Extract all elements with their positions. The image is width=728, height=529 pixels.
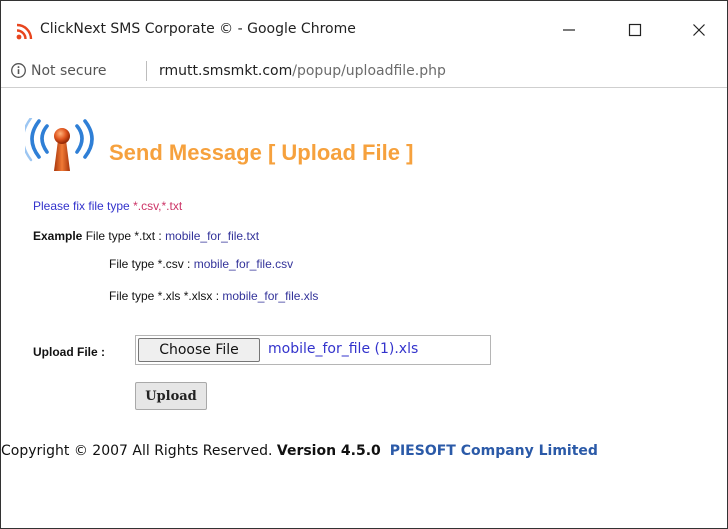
maximize-icon xyxy=(628,23,642,37)
close-icon xyxy=(693,24,705,36)
choose-file-button[interactable]: Choose File xyxy=(138,338,260,362)
window-title: ClickNext SMS Corporate © - Google Chrom… xyxy=(40,21,356,37)
selected-file-name: mobile_for_file (1).xls xyxy=(268,341,419,357)
example-file-csv[interactable]: mobile_for_file.csv xyxy=(194,257,293,271)
version-text: Version 4.5.0 xyxy=(276,443,381,459)
allowed-file-types: *.csv,*.txt xyxy=(133,199,183,213)
example-row-txt: Example File type *.txt : mobile_for_fil… xyxy=(33,229,259,243)
info-circle-icon[interactable] xyxy=(10,62,27,79)
minimize-icon xyxy=(563,29,575,31)
example-type-txt: File type *.txt : xyxy=(82,229,166,243)
address-bar[interactable]: Not secure rmutt.smsmkt.com/popup/upload… xyxy=(1,59,727,88)
example-type-csv: File type *.csv : xyxy=(109,257,194,271)
example-file-txt[interactable]: mobile_for_file.txt xyxy=(165,229,259,243)
example-type-xls: File type *.xls *.xlsx : xyxy=(109,289,223,303)
footer: Copyright © 2007 All Rights Reserved. Ve… xyxy=(1,443,598,459)
file-type-note-text: Please fix file type xyxy=(33,199,134,213)
rss-feed-icon xyxy=(16,23,33,40)
title-bar[interactable]: ClickNext SMS Corporate © - Google Chrom… xyxy=(1,1,727,59)
page-title: Send Message [ Upload File ] xyxy=(109,140,414,165)
page-content: Send Message [ Upload File ] Please fix … xyxy=(1,88,727,528)
url-text[interactable]: rmutt.smsmkt.com/popup/uploadfile.php xyxy=(159,63,446,79)
antenna-broadcast-icon xyxy=(25,118,94,171)
security-status[interactable]: Not secure xyxy=(31,63,107,79)
close-button[interactable] xyxy=(677,10,721,50)
example-label: Example xyxy=(33,229,83,243)
minimize-button[interactable] xyxy=(547,10,591,50)
upload-file-label: Upload File : xyxy=(33,345,105,359)
file-type-note: Please fix file type *.csv,*.txt xyxy=(33,199,182,213)
upload-button[interactable]: Upload xyxy=(135,382,207,410)
url-host: rmutt.smsmkt.com xyxy=(159,63,293,79)
example-file-xls[interactable]: mobile_for_file.xls xyxy=(222,289,318,303)
address-separator xyxy=(146,61,147,81)
maximize-button[interactable] xyxy=(613,10,657,50)
browser-window: ClickNext SMS Corporate © - Google Chrom… xyxy=(0,0,728,529)
url-path: /popup/uploadfile.php xyxy=(292,63,446,79)
copyright-text: Copyright © 2007 All Rights Reserved. xyxy=(1,443,277,459)
file-input[interactable]: Choose File mobile_for_file (1).xls xyxy=(135,335,491,365)
company-name: PIESOFT Company Limited xyxy=(389,443,598,459)
example-row-xls: File type *.xls *.xlsx : mobile_for_file… xyxy=(109,289,318,303)
example-row-csv: File type *.csv : mobile_for_file.csv xyxy=(109,257,293,271)
